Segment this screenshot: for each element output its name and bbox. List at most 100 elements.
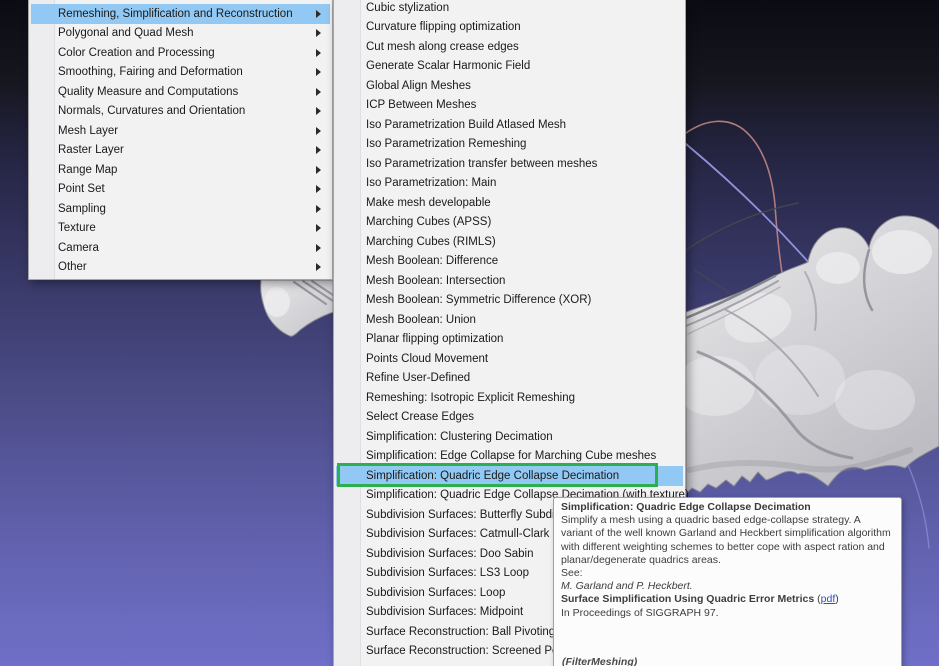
tooltip-plugin-name: (FilterMeshing) xyxy=(562,656,637,666)
filters-menu-item[interactable]: Range Map xyxy=(31,160,330,180)
menu-item-label: Subdivision Surfaces: Loop xyxy=(366,587,505,599)
tooltip-proceedings: In Proceedings of SIGGRAPH 97. xyxy=(561,607,894,620)
submenu-item[interactable]: Marching Cubes (APSS) xyxy=(336,213,683,233)
submenu-arrow-icon xyxy=(316,244,321,252)
filters-menu-item[interactable]: Raster Layer xyxy=(31,141,330,161)
submenu-item[interactable]: Generate Scalar Harmonic Field xyxy=(336,57,683,77)
menu-item-label: Smoothing, Fairing and Deformation xyxy=(58,66,243,78)
trackball-circle-red xyxy=(686,121,786,296)
submenu-item[interactable]: Planar flipping optimization xyxy=(336,330,683,350)
tooltip-reference: Surface Simplification Using Quadric Err… xyxy=(561,593,894,606)
submenu-item[interactable]: Points Cloud Movement xyxy=(336,349,683,369)
submenu-item[interactable]: Mesh Boolean: Symmetric Difference (XOR) xyxy=(336,291,683,311)
submenu-item[interactable]: Iso Parametrization transfer between mes… xyxy=(336,154,683,174)
menu-item-label: Point Set xyxy=(58,183,105,195)
menu-item-label: Camera xyxy=(58,242,99,254)
submenu-item[interactable]: Simplification: Quadric Edge Collapse De… xyxy=(336,466,683,486)
menu-item-label: Subdivision Surfaces: Butterfly Subdivis… xyxy=(366,509,584,521)
filters-menu-item[interactable]: Point Set xyxy=(31,180,330,200)
submenu-item[interactable]: Cut mesh along crease edges xyxy=(336,37,683,57)
menu-item-label: Iso Parametrization: Main xyxy=(366,177,496,189)
submenu-item[interactable]: Make mesh developable xyxy=(336,193,683,213)
menu-item-label: Quality Measure and Computations xyxy=(58,86,238,98)
menu-item-label: Simplification: Quadric Edge Collapse De… xyxy=(366,470,619,482)
submenu-item[interactable]: Remeshing: Isotropic Explicit Remeshing xyxy=(336,388,683,408)
filters-menu-item[interactable]: Mesh Layer xyxy=(31,121,330,141)
menu-item-label: Range Map xyxy=(58,164,117,176)
submenu-item[interactable]: Marching Cubes (RIMLS) xyxy=(336,232,683,252)
submenu-arrow-icon xyxy=(316,29,321,37)
submenu-arrow-icon xyxy=(316,107,321,115)
submenu-item[interactable]: ICP Between Meshes xyxy=(336,96,683,116)
submenu-item[interactable]: Cubic stylization xyxy=(336,0,683,18)
menu-item-label: Mesh Layer xyxy=(58,125,118,137)
submenu-arrow-icon xyxy=(316,68,321,76)
trackball-circle-blue-lower xyxy=(906,460,929,548)
tooltip-see-label: See: xyxy=(561,567,894,580)
menu-item-label: Subdivision Surfaces: Catmull-Clark xyxy=(366,528,549,540)
filters-menu-items: Remeshing, Simplification and Reconstruc… xyxy=(29,0,332,277)
menu-item-label: ICP Between Meshes xyxy=(366,99,476,111)
menu-item-label: Polygonal and Quad Mesh xyxy=(58,27,194,39)
filters-menu-item[interactable]: Texture xyxy=(31,219,330,239)
menu-item-label: Mesh Boolean: Union xyxy=(366,314,476,326)
submenu-arrow-icon xyxy=(316,166,321,174)
submenu-item[interactable]: Global Align Meshes xyxy=(336,76,683,96)
submenu-arrow-icon xyxy=(316,88,321,96)
trackball-circle-dark-upper xyxy=(686,203,798,250)
submenu-arrow-icon xyxy=(316,205,321,213)
menu-item-label: Mesh Boolean: Symmetric Difference (XOR) xyxy=(366,294,591,306)
menu-item-label: Raster Layer xyxy=(58,144,124,156)
menu-item-label: Planar flipping optimization xyxy=(366,333,503,345)
menu-item-label: Marching Cubes (RIMLS) xyxy=(366,236,496,248)
mesh-fragment xyxy=(261,280,333,336)
menu-item-label: Generate Scalar Harmonic Field xyxy=(366,60,530,72)
filters-menu-item[interactable]: Sampling xyxy=(31,199,330,219)
tooltip-title: Simplification: Quadric Edge Collapse De… xyxy=(561,501,894,514)
submenu-arrow-icon xyxy=(316,49,321,57)
submenu-item[interactable]: Refine User-Defined xyxy=(336,369,683,389)
paren-close: ) xyxy=(835,593,839,605)
submenu-item[interactable]: Curvature flipping optimization xyxy=(336,18,683,38)
submenu-item[interactable]: Iso Parametrization: Main xyxy=(336,174,683,194)
pdf-link[interactable]: pdf xyxy=(821,593,836,605)
submenu-item[interactable]: Iso Parametrization Build Atlased Mesh xyxy=(336,115,683,135)
menu-item-label: Subdivision Surfaces: Doo Sabin xyxy=(366,548,534,560)
menu-item-label: Curvature flipping optimization xyxy=(366,21,521,33)
menu-item-label: Iso Parametrization Build Atlased Mesh xyxy=(366,119,566,131)
filters-menu-item[interactable]: Color Creation and Processing xyxy=(31,43,330,63)
menu-item-label: Subdivision Surfaces: Midpoint xyxy=(366,606,523,618)
menu-item-label: Surface Reconstruction: Ball Pivoting xyxy=(366,626,555,638)
menu-item-label: Cut mesh along crease edges xyxy=(366,41,519,53)
submenu-item[interactable]: Mesh Boolean: Union xyxy=(336,310,683,330)
menu-item-label: Global Align Meshes xyxy=(366,80,471,92)
tooltip-description: Simplify a mesh using a quadric based ed… xyxy=(561,514,894,567)
submenu-arrow-icon xyxy=(316,263,321,271)
filters-menu-item[interactable]: Polygonal and Quad Mesh xyxy=(31,24,330,44)
menu-item-label: Mesh Boolean: Difference xyxy=(366,255,498,267)
menu-item-label: Mesh Boolean: Intersection xyxy=(366,275,505,287)
submenu-item[interactable]: Simplification: Clustering Decimation xyxy=(336,427,683,447)
submenu-item[interactable]: Mesh Boolean: Difference xyxy=(336,252,683,272)
submenu-arrow-icon xyxy=(316,127,321,135)
submenu-item[interactable]: Iso Parametrization Remeshing xyxy=(336,135,683,155)
menu-item-label: Refine User-Defined xyxy=(366,372,470,384)
filters-menu-item[interactable]: Remeshing, Simplification and Reconstruc… xyxy=(31,4,330,24)
menu-item-label: Iso Parametrization transfer between mes… xyxy=(366,158,597,170)
menu-item-label: Make mesh developable xyxy=(366,197,491,209)
submenu-item[interactable]: Simplification: Edge Collapse for Marchi… xyxy=(336,447,683,467)
meshlab-window: Remeshing, Simplification and Reconstruc… xyxy=(0,0,939,666)
filters-menu-item[interactable]: Smoothing, Fairing and Deformation xyxy=(31,63,330,83)
submenu-item[interactable]: Mesh Boolean: Intersection xyxy=(336,271,683,291)
trackball-circle-blue xyxy=(686,144,818,273)
filters-menu: Remeshing, Simplification and Reconstruc… xyxy=(28,0,333,280)
filters-menu-item[interactable]: Normals, Curvatures and Orientation xyxy=(31,102,330,122)
filters-menu-item[interactable]: Camera xyxy=(31,238,330,258)
menu-item-label: Simplification: Clustering Decimation xyxy=(366,431,553,443)
tooltip-authors: M. Garland and P. Heckbert. xyxy=(561,580,894,593)
menu-item-label: Remeshing: Isotropic Explicit Remeshing xyxy=(366,392,575,404)
submenu-item[interactable]: Select Crease Edges xyxy=(336,408,683,428)
filters-menu-item[interactable]: Other xyxy=(31,258,330,278)
menu-item-label: Sampling xyxy=(58,203,106,215)
filters-menu-item[interactable]: Quality Measure and Computations xyxy=(31,82,330,102)
